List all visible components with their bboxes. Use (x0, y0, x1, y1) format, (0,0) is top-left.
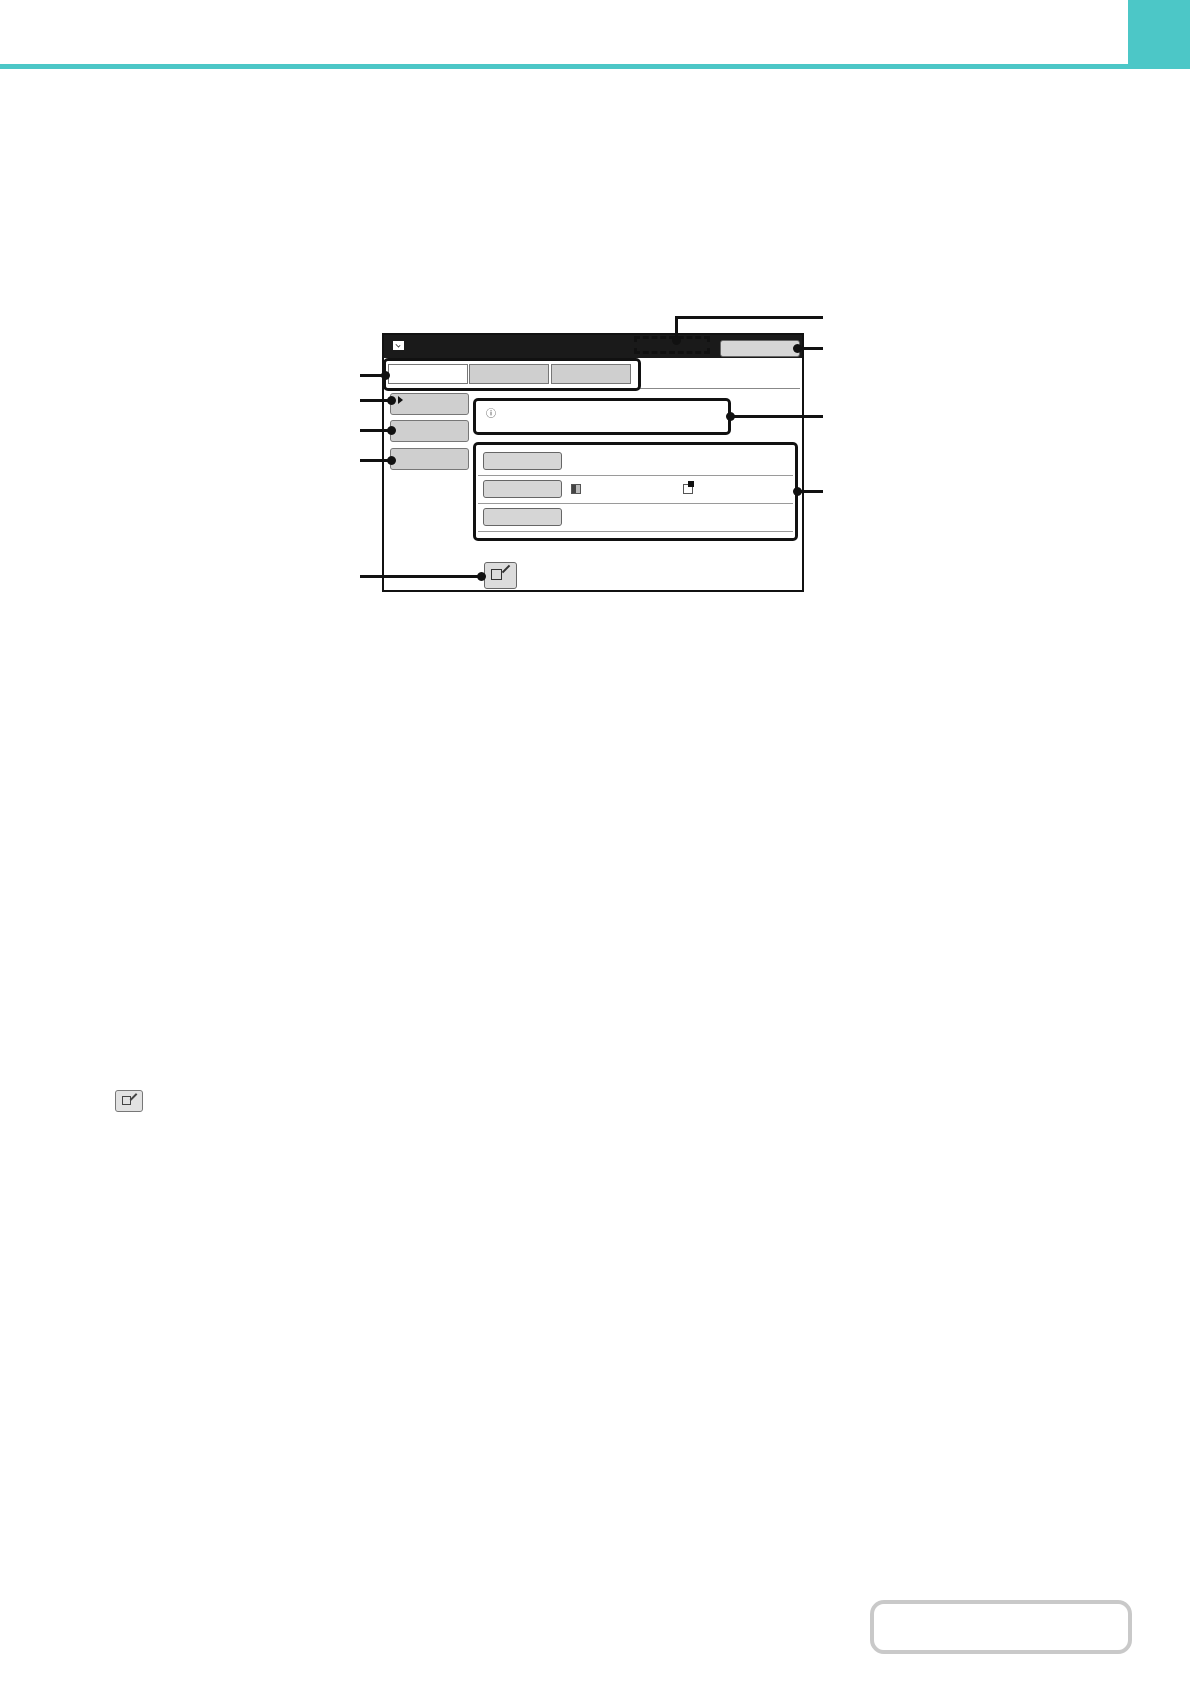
leader-line-status (675, 316, 823, 319)
edit-button[interactable] (484, 562, 517, 589)
inline-edit-button-icon (115, 1090, 143, 1112)
setting-button-1[interactable] (483, 452, 562, 470)
side-button-3[interactable] (390, 448, 469, 470)
leader-dot (387, 456, 396, 465)
leader-line-edit (360, 575, 484, 578)
setting-button-2[interactable] (483, 480, 562, 498)
pencil-stroke (501, 564, 511, 574)
settings-row-divider (478, 475, 793, 476)
leader-dot (793, 344, 802, 353)
info-icon: ⓘ (486, 409, 496, 420)
corner-square-fill (688, 481, 694, 487)
leader-dot (477, 572, 486, 581)
settings-row-divider (478, 531, 793, 532)
pencil-stroke (129, 1093, 138, 1101)
selected-arrow-icon (398, 396, 403, 404)
setting-button-3[interactable] (483, 508, 562, 526)
edit-pencil-icon (491, 569, 502, 580)
leader-dot (387, 396, 396, 405)
tabs-callout-frame (383, 358, 641, 391)
leader-dot (726, 412, 735, 421)
title-bar-button[interactable] (720, 340, 800, 357)
contents-nav-button[interactable] (870, 1600, 1132, 1654)
header-accent-rule (0, 64, 1130, 69)
leader-dot (672, 336, 681, 345)
leader-line-message (731, 415, 823, 418)
header-corner-tab (1128, 0, 1190, 69)
settings-row-divider (478, 503, 793, 504)
leader-dot (381, 371, 390, 380)
side-button-2[interactable] (390, 420, 469, 442)
leader-dot (793, 487, 802, 496)
leader-dot (387, 426, 396, 435)
checker-grid-icon (571, 484, 581, 494)
message-display-callout (473, 398, 731, 435)
mail-icon (393, 341, 404, 350)
